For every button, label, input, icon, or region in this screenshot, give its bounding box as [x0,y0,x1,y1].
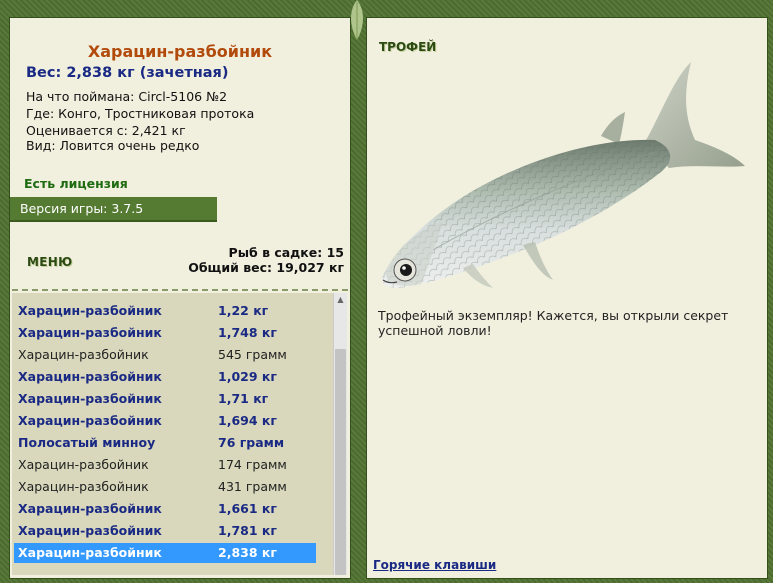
fish-name: Харацин-разбойник [18,545,162,560]
list-item[interactable]: Харацин-разбойник 174 грамм [14,455,316,475]
keepnet-stats: Рыб в садке: 15 Общий вес: 19,027 кг [188,245,344,275]
fish-name: Харацин-разбойник [18,303,162,318]
fish-weight-value: 1,748 кг [218,325,277,340]
license-status: Есть лицензия [24,176,128,191]
fish-name: Харацин-разбойник [18,457,149,472]
version-label: Версия игры: 3.7.5 [20,201,144,216]
list-item[interactable]: Харацин-разбойник 1,71 кг [14,389,316,409]
trophy-description: Трофейный экземпляр! Кажется, вы открыли… [378,308,729,338]
list-item[interactable]: Полосатый минноу 76 грамм [14,433,316,453]
bait-info: На что поймана: Circl-5106 №2 [26,89,228,104]
list-item[interactable]: Харацин-разбойник 1,22 кг [14,301,316,321]
fish-name: Харацин-разбойник [18,501,162,516]
scroll-up-icon[interactable]: ▲ [335,294,346,306]
fish-count: Рыб в садке: 15 [228,245,344,260]
fish-name: Харацин-разбойник [18,347,149,362]
list-item[interactable]: Харацин-разбойник 545 грамм [14,345,316,365]
fish-weight: Вес: 2,838 кг (зачетная) [26,65,229,81]
fish-name: Харацин-разбойник [18,369,162,384]
catch-info-panel: Харацин-разбойник Вес: 2,838 кг (зачетна… [9,17,351,579]
location-info: Где: Конго, Тростниковая протока [26,106,255,121]
list-item[interactable]: Харацин-разбойник 1,661 кг [14,499,316,519]
divider [12,289,348,291]
fish-weight-value: 1,661 кг [218,501,277,516]
fish-weight-value: 431 грамм [218,479,287,494]
scrollbar-thumb[interactable] [335,349,346,575]
fish-title: Харацин-разбойник [87,42,273,61]
fish-weight-value: 1,781 кг [218,523,277,538]
list-item[interactable]: Харацин-разбойник 431 грамм [14,477,316,497]
trophy-label: ТРОФЕЙ [379,40,437,54]
list-item[interactable]: Харацин-разбойник 1,694 кг [14,411,316,431]
fish-weight-value: 1,22 кг [218,303,269,318]
fish-weight-value: 1,694 кг [218,413,277,428]
fish-name: Харацин-разбойник [18,479,149,494]
fish-name: Харацин-разбойник [18,413,162,428]
list-item[interactable]: Харацин-разбойник 1,748 кг [14,323,316,343]
list-item[interactable]: Харацин-разбойник 1,781 кг [14,521,316,541]
fish-weight-value: 545 грамм [218,347,287,362]
fish-weight-value: 2,838 кг [218,545,277,560]
rarity-info: Вид: Ловится очень редко [26,138,200,153]
trophy-panel: ТРОФЕЙ Трофейный экземпляр! Кажется, вы … [366,17,768,579]
scrollbar[interactable]: ▲ [333,293,347,575]
fish-image [381,62,745,288]
catch-list[interactable]: Харацин-разбойник 1,22 кг Харацин-разбойни… [12,293,333,575]
fish-name: Полосатый минноу [18,435,156,450]
list-item[interactable]: Харацин-разбойник 1,029 кг [14,367,316,387]
fish-name: Харацин-разбойник [18,523,162,538]
fish-name: Харацин-разбойник [18,325,162,340]
hotkeys-link[interactable]: Горячие клавиши [373,558,496,572]
menu-button[interactable]: МЕНЮ [27,255,72,269]
total-weight: Общий вес: 19,027 кг [188,260,344,275]
version-bar: Версия игры: 3.7.5 [10,197,217,222]
fish-weight-value: 1,71 кг [218,391,269,406]
threshold-info: Оценивается с: 2,421 кг [26,123,186,138]
fish-weight-value: 76 грамм [218,435,285,450]
list-item[interactable]: Харацин-разбойник 2,838 кг [14,543,316,563]
fish-weight-value: 1,029 кг [218,369,277,384]
fish-weight-value: 174 грамм [218,457,287,472]
fish-name: Харацин-разбойник [18,391,162,406]
